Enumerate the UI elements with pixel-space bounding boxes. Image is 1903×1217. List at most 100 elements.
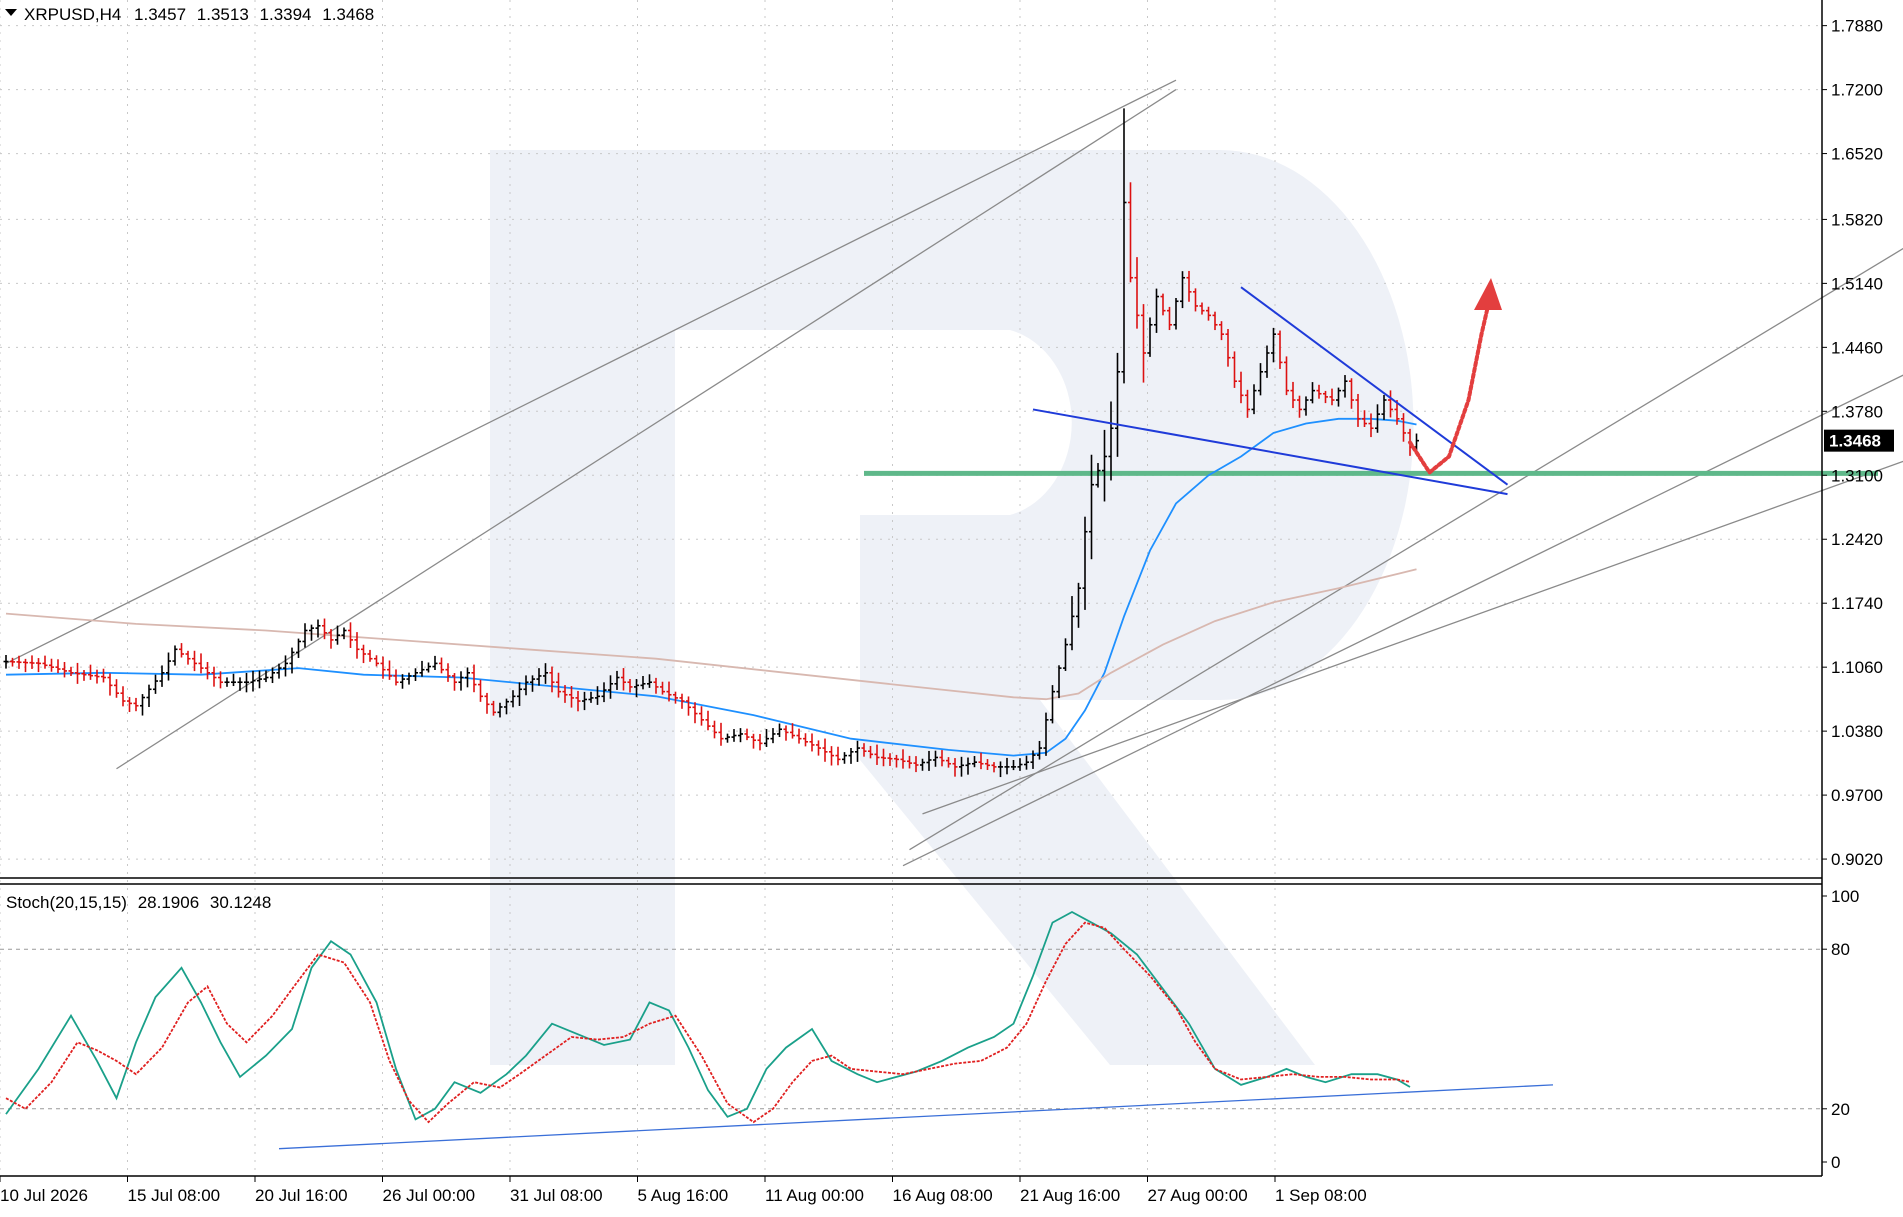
- candle: [692, 702, 698, 724]
- y-tick-label: 0.9020: [1831, 850, 1883, 869]
- current-price-label: 1.3468: [1829, 432, 1881, 451]
- ohlc-open: 1.3457: [134, 5, 186, 24]
- candle: [406, 672, 412, 685]
- time-axis: 10 Jul 2026 15 Jul 08:00 20 Jul 16:00 26 Ju…: [0, 1176, 1367, 1205]
- candle: [848, 747, 854, 764]
- candle: [809, 733, 815, 752]
- candle: [172, 645, 178, 666]
- x-tick-label: 1 Sep 08:00: [1275, 1186, 1367, 1205]
- x-tick-label: 11 Aug 00:00: [765, 1186, 864, 1205]
- candle: [770, 728, 776, 744]
- candle: [120, 686, 126, 707]
- candle: [68, 666, 74, 677]
- candle: [55, 659, 61, 674]
- candle: [452, 673, 457, 691]
- candle: [185, 650, 191, 665]
- forecast-arrow: [1408, 277, 1502, 476]
- symbol-header: XRPUSD,H4 1.3457 1.3513 1.3394 1.3468: [24, 5, 374, 24]
- stoch-tick-label: 80: [1831, 940, 1850, 959]
- stochastic-pane: [0, 910, 1822, 1150]
- candle: [302, 623, 308, 648]
- candle: [458, 671, 464, 691]
- candle: [49, 658, 54, 672]
- candle: [387, 660, 392, 680]
- candle: [101, 668, 106, 683]
- chart-canvas: 1.7880 1.7200 1.6520 1.5820 1.5140 1.4460 1.37…: [0, 0, 1903, 1205]
- candle: [445, 663, 451, 682]
- candle: [107, 673, 113, 696]
- candle: [81, 670, 87, 681]
- candle: [192, 650, 197, 672]
- x-tick-label: 21 Aug 16:00: [1020, 1186, 1120, 1205]
- y-tick-label: 1.6520: [1831, 145, 1883, 164]
- candle: [166, 652, 171, 681]
- candle: [140, 694, 145, 716]
- forecast-path: [1408, 304, 1490, 476]
- x-tick-label: 31 Jul 08:00: [510, 1186, 603, 1205]
- stoch-trendline: [278, 1084, 1554, 1150]
- candle: [62, 662, 67, 678]
- arrow-head-icon: [1474, 277, 1502, 310]
- candle: [36, 658, 41, 673]
- candle: [725, 733, 730, 743]
- candle: [718, 722, 724, 746]
- ohlc-close: 1.3468: [322, 5, 374, 24]
- candle: [783, 725, 789, 741]
- x-tick-label: 10 Jul 2026: [0, 1186, 88, 1205]
- candle: [23, 658, 28, 673]
- stoch-main-value: 28.1906: [138, 893, 199, 912]
- candle: [133, 697, 139, 712]
- stoch-tick-label: 0: [1831, 1153, 1840, 1172]
- candle: [367, 649, 373, 662]
- x-tick-label: 15 Jul 08:00: [128, 1186, 221, 1205]
- candle: [738, 728, 743, 743]
- candle: [257, 670, 262, 689]
- ohlc-high: 1.3513: [197, 5, 249, 24]
- stoch-tick-label: 100: [1831, 887, 1859, 906]
- candle: [146, 684, 152, 707]
- candle: [348, 622, 353, 648]
- x-tick-label: 5 Aug 16:00: [638, 1186, 729, 1205]
- candle: [803, 733, 808, 747]
- candle: [231, 673, 236, 687]
- candle: [835, 746, 841, 766]
- candle: [484, 692, 490, 714]
- current-price-tag: 1.3468: [1824, 429, 1894, 452]
- y-tick-label: 1.1740: [1831, 594, 1883, 613]
- y-tick-label: 0.9700: [1831, 786, 1883, 805]
- candle: [699, 706, 704, 726]
- candle: [419, 660, 425, 677]
- x-tick-label: 16 Aug 08:00: [893, 1186, 993, 1205]
- candle: [731, 729, 737, 742]
- y-tick-label: 1.7200: [1831, 81, 1883, 100]
- candle: [829, 746, 834, 766]
- candle: [224, 677, 230, 687]
- candle: [757, 733, 763, 751]
- candle: [712, 720, 717, 739]
- watermark-logo: [490, 150, 1414, 1065]
- candle: [75, 662, 80, 684]
- candle: [842, 752, 847, 764]
- stoch-trend-line: [278, 1084, 1554, 1150]
- dropdown-triangle-icon[interactable]: [5, 9, 17, 16]
- candle: [855, 740, 860, 762]
- candle: [439, 657, 444, 674]
- x-tick-label: 27 Aug 00:00: [1148, 1186, 1248, 1205]
- stoch-tick-label: 20: [1831, 1100, 1850, 1119]
- candle: [244, 672, 249, 693]
- y-tick-label: 1.5820: [1831, 210, 1883, 229]
- candle: [296, 638, 301, 658]
- symbol-timeframe: XRPUSD,H4: [24, 5, 121, 24]
- candle: [361, 644, 366, 664]
- candle: [198, 653, 204, 674]
- candle: [822, 738, 828, 762]
- stoch-signal-value: 30.1248: [210, 893, 271, 912]
- candle: [393, 669, 399, 686]
- x-tick-label: 26 Jul 00:00: [383, 1186, 476, 1205]
- stoch-header: Stoch(20,15,15) 28.1906 30.1248: [6, 893, 271, 912]
- candle: [413, 668, 418, 681]
- x-tick-label: 20 Jul 16:00: [255, 1186, 348, 1205]
- candle: [179, 643, 184, 658]
- y-tick-label: 1.2420: [1831, 530, 1883, 549]
- candle: [816, 740, 821, 756]
